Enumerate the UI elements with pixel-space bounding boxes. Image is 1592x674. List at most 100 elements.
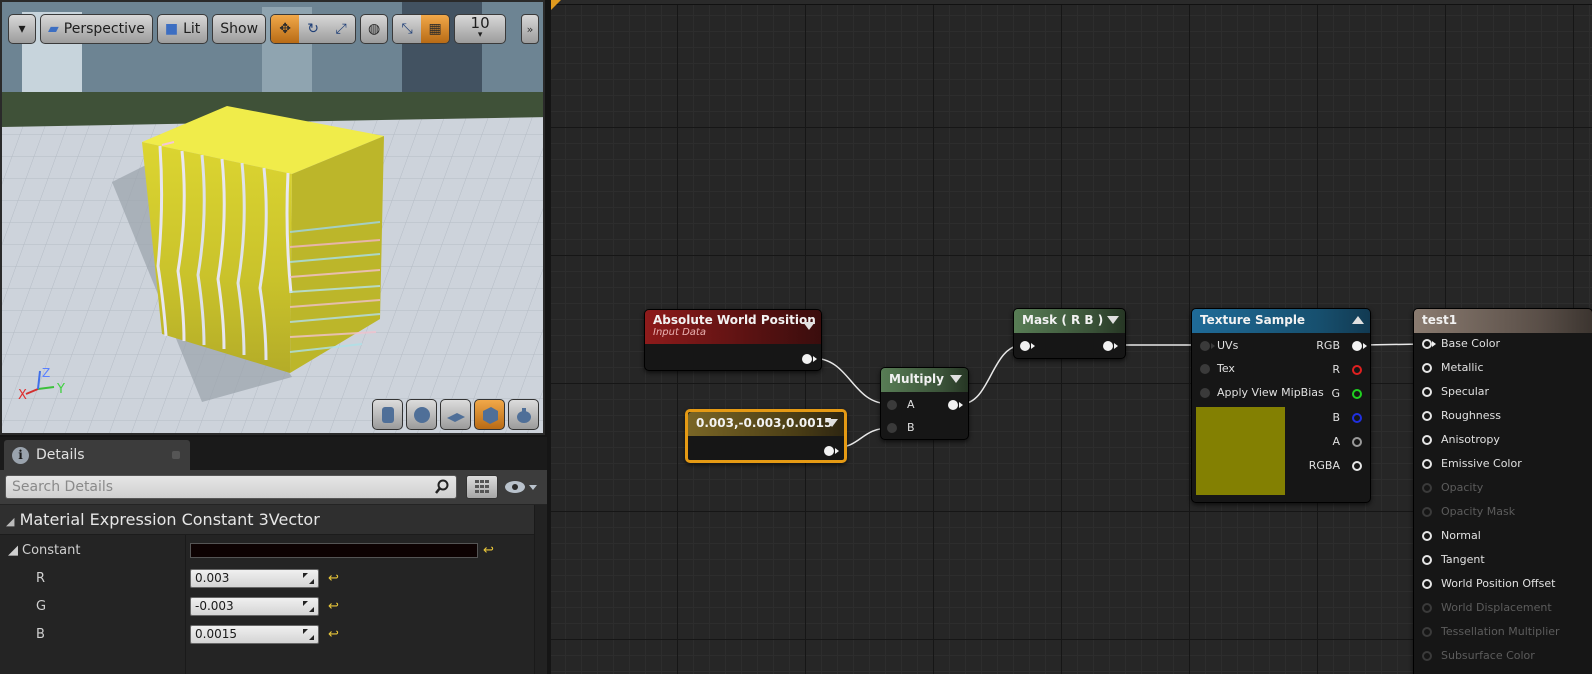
reset-to-default-icon[interactable]: ↩ bbox=[483, 543, 494, 558]
search-details-input[interactable]: Search Details bbox=[5, 475, 457, 499]
output-pin[interactable] bbox=[1103, 341, 1113, 351]
property-matrix-button[interactable] bbox=[466, 475, 498, 499]
output-pin[interactable] bbox=[948, 400, 958, 410]
chevron-down-icon[interactable] bbox=[1107, 316, 1119, 324]
input-pin-normal[interactable] bbox=[1422, 531, 1432, 541]
viewport-scene[interactable] bbox=[2, 2, 545, 435]
preview-mesh-buttons bbox=[372, 399, 539, 430]
output-pin[interactable] bbox=[802, 354, 812, 364]
collapse-arrow-icon[interactable]: ◢ bbox=[8, 543, 18, 558]
input-pin-tangent[interactable] bbox=[1422, 555, 1432, 565]
lit-button[interactable]: ■ Lit bbox=[156, 14, 209, 44]
scale-tool-button[interactable]: ⤢ bbox=[327, 15, 356, 43]
search-icon[interactable] bbox=[434, 479, 450, 495]
input-pin-tessellation-multiplier bbox=[1422, 627, 1432, 637]
axis-y-label: Y bbox=[56, 382, 65, 397]
output-pin-g[interactable] bbox=[1352, 389, 1362, 399]
output-pin-a[interactable] bbox=[1352, 437, 1362, 447]
axis-x-label: X bbox=[18, 388, 27, 403]
grid-snap-button[interactable]: ▦ bbox=[421, 15, 450, 43]
constant-property-row: ◢ Constant ↩ bbox=[0, 537, 547, 565]
node-texture-sample[interactable]: Texture Sample UVs Tex Apply View MipBia… bbox=[1191, 308, 1371, 503]
output-pin-rgba[interactable] bbox=[1352, 461, 1362, 471]
input-pin-base-color[interactable] bbox=[1422, 339, 1432, 349]
node-header[interactable]: Multiply bbox=[881, 368, 968, 392]
node-header[interactable]: test1 bbox=[1414, 309, 1592, 333]
output-rgba-label: RGBA bbox=[1308, 459, 1340, 472]
input-pin-uvs[interactable] bbox=[1200, 341, 1210, 351]
column-divider[interactable] bbox=[185, 535, 186, 674]
world-local-toggle[interactable]: ◍ bbox=[360, 14, 389, 44]
input-pin-tex[interactable] bbox=[1200, 364, 1210, 374]
node-header[interactable]: Mask ( R B ) bbox=[1014, 309, 1125, 333]
cylinder-icon bbox=[381, 406, 394, 423]
output-pin[interactable] bbox=[824, 446, 834, 456]
output-pin-b[interactable] bbox=[1352, 413, 1362, 423]
output-g-label: G bbox=[1331, 387, 1340, 400]
node-header[interactable]: Absolute World Position Input Data bbox=[645, 310, 821, 344]
chevron-down-icon[interactable] bbox=[950, 375, 962, 383]
r-value-input[interactable]: 0.003 bbox=[190, 569, 319, 588]
details-tab[interactable]: i Details bbox=[4, 440, 190, 470]
reset-to-default-icon[interactable]: ↩ bbox=[328, 627, 339, 642]
g-value-input[interactable]: -0.003 bbox=[190, 597, 319, 616]
preview-sphere-button[interactable] bbox=[406, 399, 437, 430]
input-pin[interactable] bbox=[1020, 341, 1030, 351]
input-pin-a[interactable] bbox=[887, 400, 897, 410]
pin-arrow-icon bbox=[1211, 343, 1215, 349]
output-r-label: R bbox=[1332, 363, 1340, 376]
node-mask[interactable]: Mask ( R B ) bbox=[1013, 308, 1126, 359]
close-icon[interactable] bbox=[172, 451, 180, 459]
input-pin-specular[interactable] bbox=[1422, 387, 1432, 397]
node-multiply[interactable]: Multiply A B bbox=[880, 367, 969, 440]
show-button[interactable]: Show bbox=[212, 14, 267, 44]
surface-snap-button[interactable]: ⤡ bbox=[393, 15, 422, 43]
input-pin-mipbias[interactable] bbox=[1200, 388, 1210, 398]
node-absolute-world-position[interactable]: Absolute World Position Input Data bbox=[644, 309, 822, 371]
material-graph[interactable]: Absolute World Position Input Data 0.003… bbox=[551, 0, 1592, 674]
input-pin-world-position-offset[interactable] bbox=[1422, 579, 1432, 589]
snap-tools: ⤡ ▦ bbox=[392, 14, 451, 44]
search-placeholder: Search Details bbox=[12, 479, 114, 495]
preview-plane-button[interactable] bbox=[440, 399, 471, 430]
toolbar-overflow-button[interactable]: » bbox=[521, 14, 539, 44]
preview-custom-mesh-button[interactable] bbox=[508, 399, 539, 430]
node-constant-3vector[interactable]: 0.003,-0.003,0.0015 bbox=[685, 409, 847, 463]
viewport-options-button[interactable]: ▾ bbox=[8, 14, 36, 44]
view-options-button[interactable] bbox=[503, 477, 543, 497]
r-label: R bbox=[36, 571, 46, 586]
output-pin-rgb[interactable] bbox=[1352, 341, 1362, 351]
input-pin-anisotropy[interactable] bbox=[1422, 435, 1432, 445]
input-pin-world-displacement bbox=[1422, 603, 1432, 613]
input-pin-roughness[interactable] bbox=[1422, 411, 1432, 421]
reset-to-default-icon[interactable]: ↩ bbox=[328, 599, 339, 614]
perspective-button[interactable]: ▰ Perspective bbox=[40, 14, 153, 44]
input-pin-b[interactable] bbox=[887, 423, 897, 433]
output-b-label: B bbox=[1332, 411, 1340, 424]
constant-color-swatch[interactable] bbox=[190, 543, 478, 558]
preview-cube-button[interactable] bbox=[474, 399, 505, 430]
category-header[interactable]: ◢ Material Expression Constant 3Vector bbox=[0, 505, 547, 535]
preview-viewport[interactable]: ▾ ▰ Perspective ■ Lit Show ✥ ↻ ⤢ ◍ ⤡ ▦ 1… bbox=[0, 0, 545, 435]
texture-preview bbox=[1196, 407, 1285, 495]
output-pin-r[interactable] bbox=[1352, 365, 1362, 375]
rotate-tool-button[interactable]: ↻ bbox=[299, 15, 328, 43]
node-header[interactable]: Texture Sample bbox=[1192, 309, 1370, 333]
input-world-displacement-label: World Displacement bbox=[1441, 601, 1552, 614]
b-value-input[interactable]: 0.0015 bbox=[190, 625, 319, 644]
grid-snap-value[interactable]: 10 ▾ bbox=[454, 14, 507, 44]
sphere-icon bbox=[413, 406, 430, 423]
drag-spin-icon bbox=[303, 629, 314, 640]
node-material-result[interactable]: test1 Base Color Metallic Specular Rough… bbox=[1413, 308, 1592, 674]
reset-to-default-icon[interactable]: ↩ bbox=[328, 571, 339, 586]
chevron-up-icon[interactable] bbox=[1352, 316, 1364, 324]
input-pin-emissive-color[interactable] bbox=[1422, 459, 1432, 469]
chevron-down-icon[interactable] bbox=[826, 419, 838, 427]
camera-icon: ▰ bbox=[48, 21, 59, 37]
input-pin-metallic[interactable] bbox=[1422, 363, 1432, 373]
chevron-down-icon[interactable] bbox=[803, 322, 815, 330]
node-header[interactable]: 0.003,-0.003,0.0015 bbox=[688, 412, 844, 436]
preview-cylinder-button[interactable] bbox=[372, 399, 403, 430]
translate-tool-button[interactable]: ✥ bbox=[271, 15, 300, 43]
details-scrollbar[interactable] bbox=[534, 505, 547, 674]
